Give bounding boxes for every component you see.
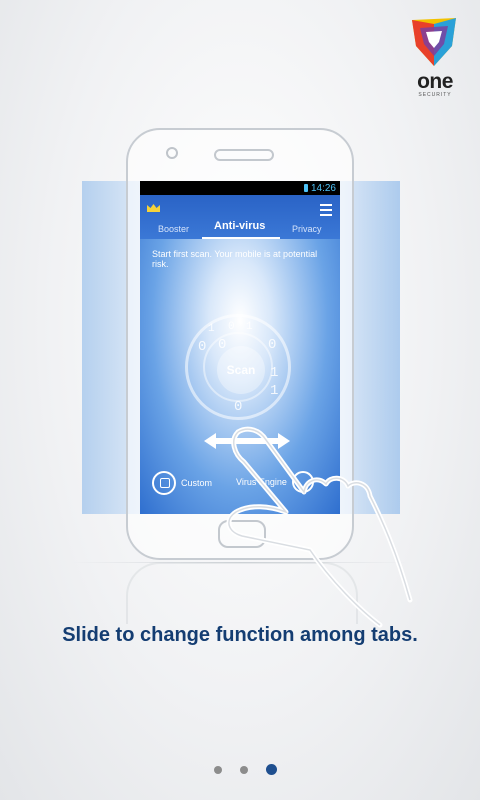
status-time: 14:26 <box>310 182 336 194</box>
phone-camera <box>166 147 178 159</box>
brand-name: one <box>417 70 453 93</box>
status-bar: 14:26 <box>140 181 340 195</box>
page-dot-1[interactable] <box>214 765 222 774</box>
dial-digit: 1 <box>270 383 279 399</box>
tab-booster: Booster <box>158 224 190 234</box>
active-tab-indicator <box>202 237 280 239</box>
dial-digit: 1 <box>246 321 253 333</box>
tab-anti-virus: Anti-virus <box>214 220 266 232</box>
tab-privacy: Privacy <box>292 224 322 234</box>
custom-scan-icon <box>152 471 176 495</box>
brand-logo: one SECURITY <box>406 14 464 104</box>
swipe-hand-icon <box>226 426 413 628</box>
app-header: Booster Anti-virus Privacy <box>140 195 340 239</box>
brand-shield-icon <box>412 18 456 66</box>
scan-dial: 1 0 1 0 0 0 1 1 0 Scan <box>185 314 291 420</box>
menu-icon <box>320 204 332 219</box>
crown-icon <box>147 204 160 212</box>
phone-speaker <box>214 149 274 161</box>
brand-subtitle: SECURITY <box>418 92 452 98</box>
scan-button[interactable]: Scan <box>217 346 265 394</box>
battery-icon <box>303 184 308 192</box>
dial-digit: 1 <box>208 323 215 335</box>
page-indicator <box>214 764 277 775</box>
onboarding-caption: Slide to change function among tabs. <box>62 624 418 646</box>
page-dot-2[interactable] <box>240 765 248 774</box>
scan-status-text: Start first scan. Your mobile is at pote… <box>152 249 318 269</box>
page-dot-3-active[interactable] <box>266 764 277 775</box>
